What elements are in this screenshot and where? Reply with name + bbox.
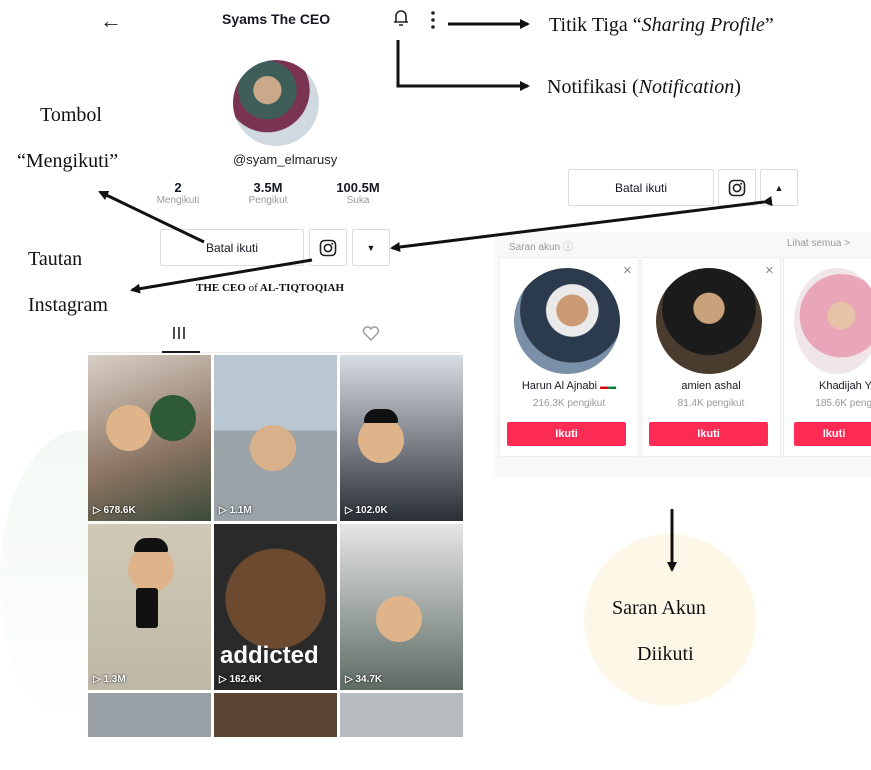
- arrow-instagram: [130, 258, 313, 294]
- arrow-suggestions-toggle: [390, 196, 773, 252]
- annotation-arrows: [98, 19, 773, 572]
- arrow-notification: [396, 40, 530, 91]
- arrow-follow-button: [98, 190, 205, 244]
